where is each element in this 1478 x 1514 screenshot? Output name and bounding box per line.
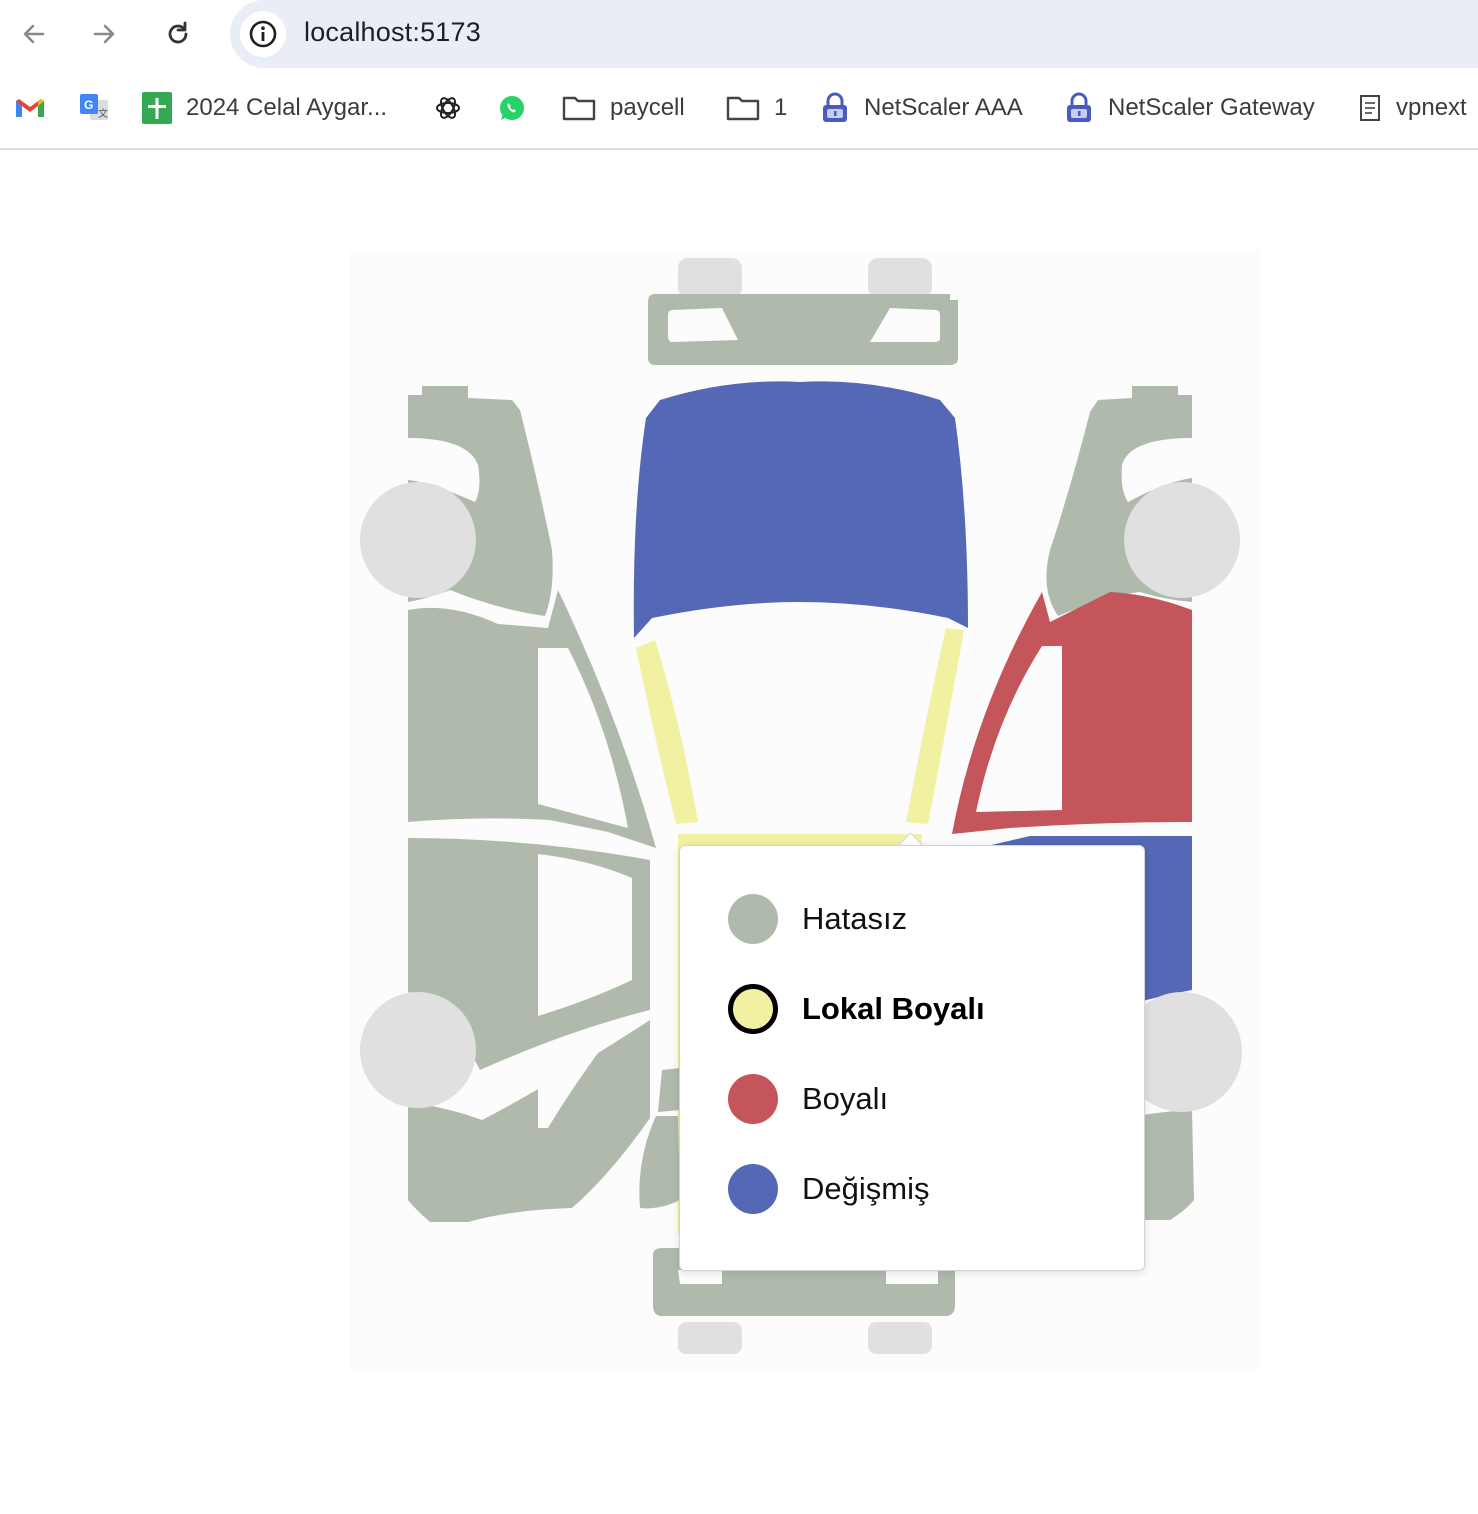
part-hood[interactable]: [633, 381, 968, 638]
bookmark-google-translate[interactable]: G 文: [78, 90, 110, 126]
google-translate-icon: G 文: [80, 94, 108, 120]
option-label: Değişmiş: [802, 1171, 930, 1206]
bookmark-netscaler-gateway[interactable]: NetScaler Gateway: [1064, 90, 1315, 126]
option-boyali[interactable]: Boyalı: [728, 1074, 888, 1124]
bookmark-vpnext[interactable]: vpnext: [1358, 90, 1467, 126]
bookmarks-bar: G 文 2024 Celal Aygar... paycell 1 NetSca…: [0, 68, 1478, 150]
part-left-pillar[interactable]: [636, 640, 698, 824]
info-icon: [249, 20, 277, 48]
lock-icon: [1067, 92, 1091, 122]
reload-button[interactable]: [158, 14, 198, 54]
address-bar[interactable]: localhost:5173: [230, 0, 1478, 68]
color-dot-boyali: [728, 1074, 778, 1124]
bookmark-whatsapp[interactable]: [498, 90, 526, 126]
page-icon: [1360, 95, 1380, 121]
tire-front-left-top: [678, 258, 742, 298]
option-lokal-boyali[interactable]: Lokal Boyalı: [728, 984, 985, 1034]
site-info-button[interactable]: [240, 11, 286, 57]
part-trunk-edge[interactable]: [658, 1068, 680, 1112]
bookmark-label: 2024 Celal Aygar...: [186, 94, 388, 121]
color-picker-popup: Hatasız Lokal Boyalı Boyalı Değişmiş: [679, 845, 1145, 1271]
tire-rear-right-bottom: [868, 1322, 932, 1354]
taillight-left: [678, 1270, 722, 1284]
folder-icon: [726, 96, 760, 121]
bookmark-label: 1: [774, 94, 788, 121]
svg-text:文: 文: [98, 107, 108, 120]
bookmark-sheet[interactable]: 2024 Celal Aygar...: [142, 90, 387, 126]
reload-icon: [168, 21, 188, 44]
bookmark-netscaler-aaa[interactable]: NetScaler AAA: [820, 90, 1023, 126]
wheel-right-front: [1124, 482, 1240, 598]
bookmark-chatgpt[interactable]: [434, 90, 462, 126]
tire-front-right-top: [868, 258, 932, 298]
color-dot-degismis: [728, 1164, 778, 1214]
bookmark-folder-1[interactable]: 1: [726, 90, 787, 126]
whatsapp-icon: [500, 96, 524, 120]
taillight-right: [886, 1270, 938, 1284]
bookmark-label: NetScaler AAA: [864, 94, 1023, 121]
gmail-icon: [16, 99, 44, 117]
bookmark-folder-paycell[interactable]: paycell: [562, 90, 685, 126]
wheel-left-front: [360, 482, 476, 598]
option-label: Boyalı: [802, 1081, 889, 1116]
option-label: Lokal Boyalı: [802, 991, 985, 1026]
tire-rear-left-bottom: [678, 1322, 742, 1354]
color-dot-lokal-boyali: [728, 984, 778, 1034]
color-dot-hatasiz: [728, 894, 778, 944]
browser-toolbar: localhost:5173: [0, 0, 1478, 68]
wheel-left-rear: [360, 992, 476, 1108]
bookmark-label: paycell: [610, 94, 685, 121]
option-degismis[interactable]: Değişmiş: [728, 1164, 929, 1214]
bookmark-gmail[interactable]: [14, 90, 46, 126]
arrow-left-icon: [23, 24, 45, 44]
arrow-right-icon: [93, 24, 115, 44]
part-right-pillar[interactable]: [906, 628, 964, 824]
lock-icon: [823, 92, 847, 122]
part-trunk[interactable]: [639, 1116, 680, 1209]
option-hatasiz[interactable]: Hatasız: [728, 894, 907, 944]
bookmark-label: vpnext: [1396, 94, 1467, 121]
back-button[interactable]: [14, 14, 54, 54]
google-sheets-icon: [142, 92, 172, 124]
forward-button[interactable]: [84, 14, 124, 54]
option-label: Hatasız: [802, 901, 908, 936]
folder-icon: [562, 96, 596, 121]
svg-text:G: G: [84, 98, 93, 112]
bookmark-label: NetScaler Gateway: [1108, 94, 1315, 121]
chatgpt-icon: [436, 97, 460, 119]
url-text[interactable]: localhost:5173: [304, 17, 481, 48]
